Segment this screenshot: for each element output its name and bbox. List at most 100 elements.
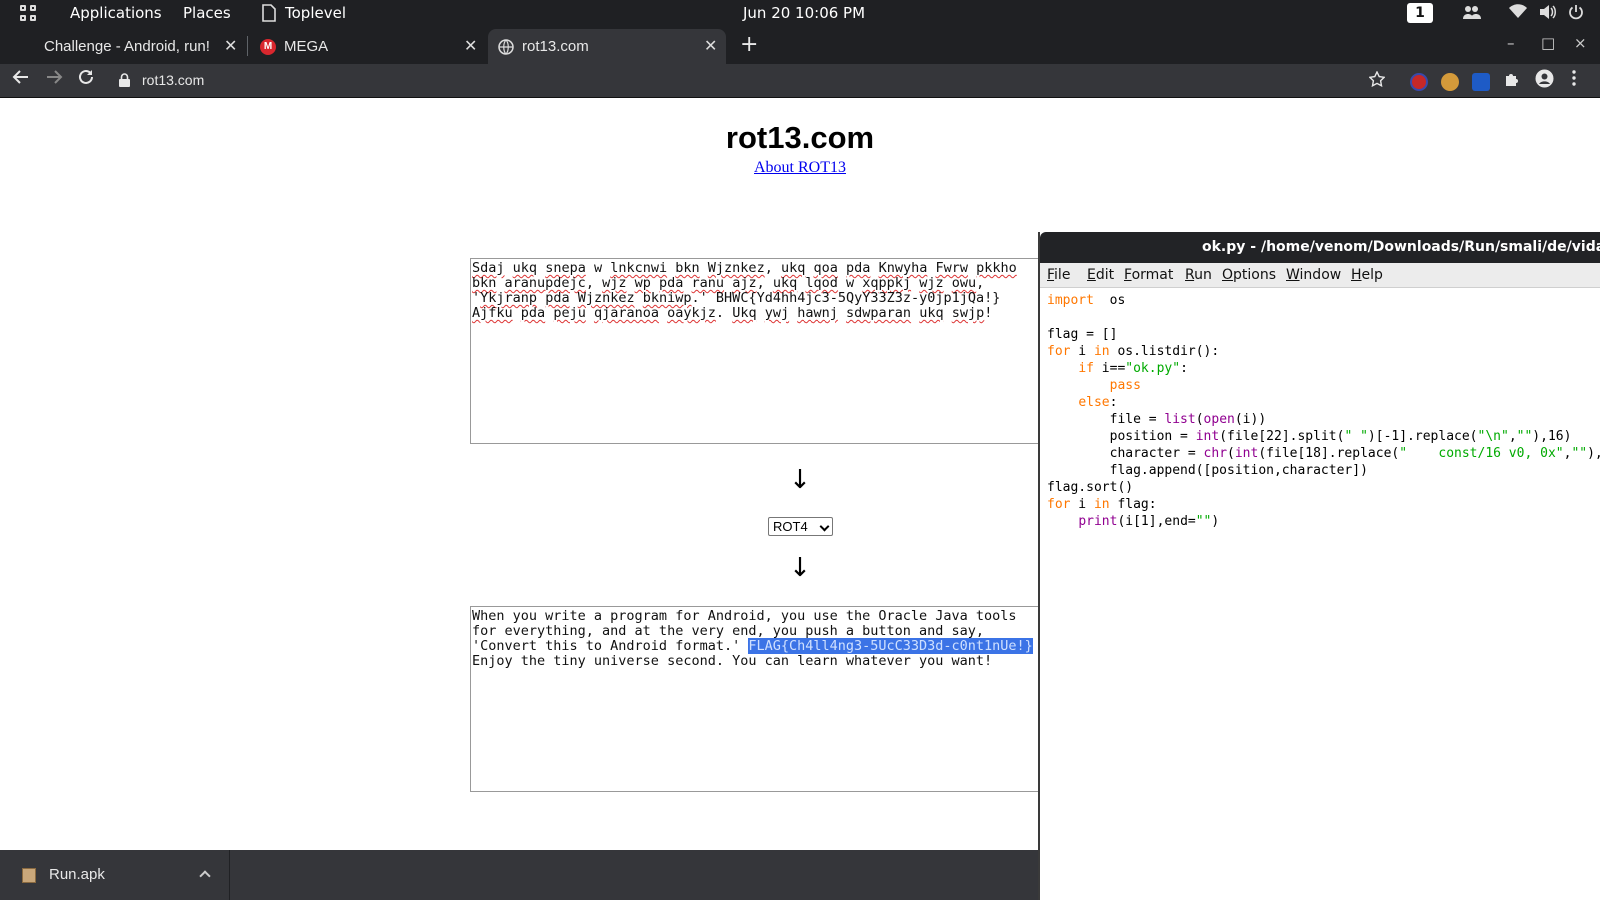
close-icon[interactable]: ✕ [464, 36, 477, 56]
code-token: : [1109, 395, 1118, 410]
extension-icon[interactable] [1472, 73, 1490, 91]
code-editor[interactable]: import os flag = [] for i in os.listdir():… [1047, 292, 1600, 530]
code-token: )[-1].replace( [1367, 429, 1478, 444]
reload-button[interactable] [77, 68, 95, 91]
menu-window[interactable]: Window [1286, 267, 1341, 283]
input-text [968, 260, 976, 276]
misspelled-word: ranu [691, 275, 725, 291]
misspelled-word: swjp [951, 305, 985, 321]
close-window-button[interactable]: × [1574, 34, 1587, 52]
misspelled-word: ajz [732, 275, 757, 291]
minimize-button[interactable]: – [1507, 34, 1515, 52]
cookie-extension-icon[interactable] [1441, 73, 1459, 91]
code-token: pass [1109, 378, 1141, 393]
misspelled-word: wjz [919, 275, 944, 291]
input-text [757, 305, 765, 321]
code-line: flag.sort() [1047, 479, 1600, 496]
code-token: "" [1516, 429, 1533, 444]
menu-file[interactable]: File [1047, 267, 1070, 283]
volume-icon[interactable] [1539, 4, 1557, 24]
selected-flag-text[interactable]: FLAG{Ch4ll4ng3-5UcC33D3d-c0nt1nUe!} [748, 638, 1033, 654]
misspelled-word: ywj [764, 305, 790, 321]
url-text[interactable]: rot13.com [142, 72, 204, 88]
input-text [911, 305, 919, 321]
rot-select[interactable]: ROT4 [768, 517, 833, 536]
code-token: i [1070, 344, 1094, 359]
misspelled-word: bkniwp [642, 290, 692, 306]
input-textarea[interactable]: Sdaj ukq snepa w lnkcnwi bkn Wjznkez, uk… [470, 258, 1050, 444]
app-grid-icon[interactable] [20, 5, 38, 23]
users-icon[interactable] [1463, 4, 1481, 24]
menu-kebab-icon[interactable] [1571, 69, 1577, 92]
input-text [496, 275, 504, 291]
power-icon[interactable] [1568, 4, 1584, 24]
close-icon[interactable]: ✕ [224, 36, 237, 56]
input-text [537, 260, 545, 276]
menu-help[interactable]: Help [1351, 267, 1383, 283]
idle-title-bar[interactable]: ok.py - /home/venom/Downloads/Run/smali/… [1040, 232, 1600, 263]
input-text [700, 260, 708, 276]
misspelled-word: Sdaj [472, 260, 505, 276]
extension-icon[interactable] [1410, 73, 1428, 91]
about-rot13-link[interactable]: About ROT13 [754, 159, 846, 176]
input-text: w [585, 260, 611, 276]
close-icon[interactable]: ✕ [704, 36, 717, 56]
code-line: print(i[1],end="") [1047, 513, 1600, 530]
code-line: import os [1047, 292, 1600, 309]
idle-editor-window: ok.py - /home/venom/Downloads/Run/smali/… [1038, 232, 1600, 900]
chevron-up-icon[interactable] [199, 870, 211, 882]
wifi-icon[interactable] [1509, 4, 1527, 23]
misspelled-word: Wjznkez [707, 260, 765, 276]
misspelled-word: sdwparan [846, 305, 912, 321]
window-title: ok.py - /home/venom/Downloads/Run/smali/… [1202, 239, 1600, 255]
menu-format[interactable]: Format [1124, 267, 1173, 283]
workspace-indicator[interactable]: 1 [1407, 3, 1433, 23]
maximize-button[interactable]: □ [1541, 34, 1555, 52]
menu-run[interactable]: Run [1185, 267, 1212, 283]
input-text [651, 275, 659, 291]
puzzle-extensions-icon[interactable] [1504, 70, 1520, 92]
menu-options[interactable]: Options [1222, 267, 1276, 283]
menu-edit[interactable]: Edit [1087, 267, 1114, 283]
input-text [870, 260, 878, 276]
lock-icon[interactable] [119, 73, 130, 87]
new-tab-button[interactable]: + [740, 32, 758, 57]
chevron-down-icon [819, 521, 830, 532]
bookmark-star-icon[interactable] [1368, 70, 1386, 92]
code-token: (file[22].split( [1219, 429, 1345, 444]
code-token: "ok.py" [1125, 361, 1181, 376]
tab-rot13[interactable]: rot13.com ✕ [488, 29, 726, 64]
misspelled-word: wp [634, 275, 651, 291]
output-text: Enjoy the tiny universe second. You can … [472, 653, 993, 669]
back-button[interactable] [12, 68, 30, 91]
code-token: int [1234, 446, 1259, 461]
download-filename[interactable]: Run.apk [49, 866, 105, 883]
input-text: . [715, 305, 733, 321]
active-app-name[interactable]: Toplevel [285, 4, 346, 22]
places-menu[interactable]: Places [183, 4, 231, 22]
rot-select-value: ROT4 [773, 519, 808, 534]
input-text: , [764, 260, 781, 276]
code-line: flag.append([position,character]) [1047, 462, 1600, 479]
tab-separator [247, 36, 248, 56]
about-rot13-link-wrap: About ROT13 [0, 159, 1600, 177]
profile-avatar-icon[interactable] [1535, 69, 1554, 93]
download-item[interactable]: Run.apk [0, 850, 230, 900]
code-token: i [1070, 497, 1094, 512]
tab-challenge[interactable]: Challenge - Android, run! ✕ [8, 29, 244, 64]
code-token: " " [1344, 429, 1368, 444]
input-text: w [837, 275, 863, 291]
code-token: for [1047, 344, 1071, 359]
tab-mega[interactable]: M MEGA ✕ [252, 29, 484, 64]
input-text [626, 275, 634, 291]
applications-menu[interactable]: Applications [70, 4, 162, 22]
output-textarea[interactable]: When you write a program for Android, yo… [470, 606, 1050, 792]
forward-button[interactable] [45, 68, 63, 91]
code-token: int [1195, 429, 1220, 444]
clock[interactable]: Jun 20 10:06 PM [743, 4, 865, 22]
address-bar[interactable]: rot13.com [115, 69, 1380, 93]
idle-menubar: File Edit Format Run Options Window Help [1040, 263, 1600, 288]
